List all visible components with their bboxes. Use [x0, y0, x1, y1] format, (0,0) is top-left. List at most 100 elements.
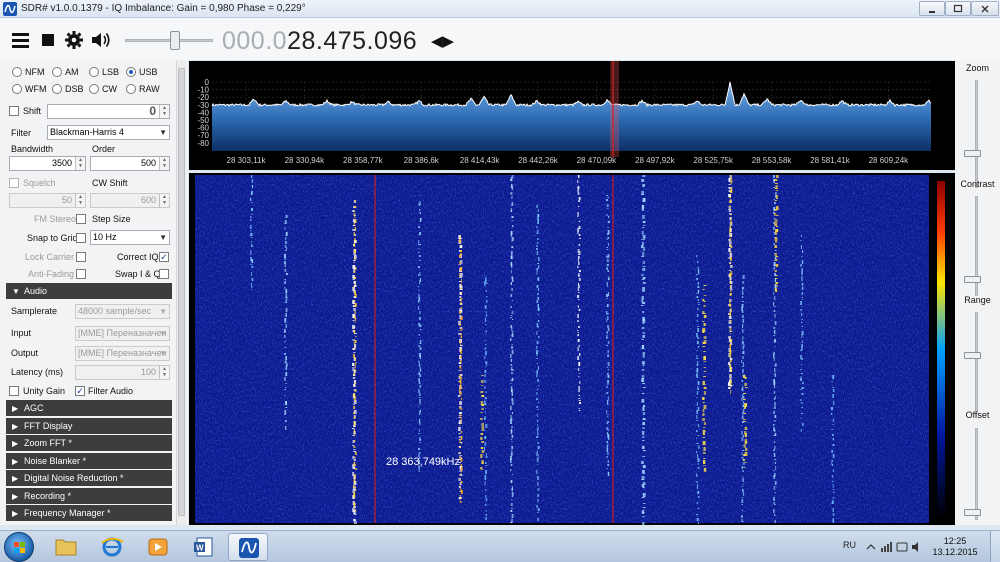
mode-radio-cw[interactable] [89, 84, 99, 94]
section-digital-noise-reduction[interactable]: ▶ Digital Noise Reduction * [6, 470, 172, 486]
samplerate-select[interactable]: 48000 sample/sec ▼ [75, 304, 170, 319]
tuning-arrows-icon[interactable]: ◀▶ [431, 32, 454, 50]
mode-radio-raw[interactable] [126, 84, 136, 94]
signal-trace [606, 239, 608, 240]
zoom-slider-thumb[interactable] [964, 150, 981, 157]
squelch-spinner-icon[interactable]: ▲ ▼ [75, 194, 85, 207]
scrollbar-thumb[interactable] [178, 68, 185, 516]
signal-trace [578, 226, 581, 229]
signal-trace [741, 310, 744, 313]
mode-radio-usb[interactable] [126, 67, 136, 77]
system-tray-icons[interactable] [865, 540, 925, 554]
volume-slider-track[interactable] [125, 39, 213, 42]
signal-trace [801, 268, 803, 271]
stop-icon[interactable] [39, 30, 61, 50]
signal-trace [742, 351, 745, 354]
mode-radio-nfm[interactable] [12, 67, 22, 77]
internet-explorer-icon[interactable] [92, 533, 132, 561]
signal-trace [537, 442, 539, 444]
show-desktop-button[interactable] [990, 531, 1000, 562]
lock-carrier-checkbox[interactable] [76, 252, 86, 262]
signal-trace [418, 448, 420, 450]
offset-slider-thumb[interactable] [964, 509, 981, 516]
menu-icon[interactable] [10, 30, 32, 50]
speaker-icon[interactable] [90, 30, 112, 50]
media-player-icon[interactable] [138, 533, 178, 561]
mode-radio-wfm[interactable] [12, 84, 22, 94]
signal-trace [459, 273, 461, 277]
mode-radio-dsb[interactable] [52, 84, 62, 94]
section-recording[interactable]: ▶ Recording * [6, 488, 172, 504]
signal-trace [773, 486, 776, 490]
signal-trace [511, 369, 514, 371]
fft-spectrum-display[interactable]: 0 -10 -20 -30 -40 -50 -60 -70 -80 28 303,11k 28 3… [189, 61, 955, 170]
audio-section-header[interactable]: ▼ Audio [6, 283, 172, 299]
cw-shift-input[interactable]: 600 ▲ ▼ [90, 193, 170, 208]
mode-radio-lsb[interactable] [89, 67, 99, 77]
audio-input-select[interactable]: [MME] Переназначен ▼ [75, 326, 170, 341]
offset-slider-track[interactable] [975, 428, 978, 520]
audio-output-select[interactable]: [MME] Переназначен ▼ [75, 346, 170, 361]
signal-trace [831, 502, 834, 504]
waterfall-display[interactable]: 28 363,749kHz [189, 173, 955, 526]
frequency-display[interactable]: 000.028.475.096 [222, 27, 417, 56]
filter-audio-checkbox[interactable]: ✓ [75, 386, 85, 396]
section-agc[interactable]: ▶ AGC [6, 400, 172, 416]
fft-spectrum-svg[interactable]: 0-10-20-30-40-50-60-70-80 28 303,11k 28 3… [189, 61, 955, 170]
section-fft-display[interactable]: ▶ FFT Display [6, 418, 172, 434]
close-button[interactable] [971, 1, 999, 16]
section-noise-blanker[interactable]: ▶ Noise Blanker * [6, 453, 172, 469]
swap-iq-checkbox[interactable] [159, 269, 169, 279]
word-icon[interactable]: W [184, 533, 224, 561]
shift-checkbox[interactable] [9, 106, 19, 116]
latency-input[interactable]: 100 ▲ ▼ [75, 365, 170, 380]
gear-icon[interactable] [63, 30, 85, 50]
zoom-slider-track[interactable] [975, 80, 978, 188]
volume-slider-thumb[interactable] [170, 31, 180, 50]
snap-to-grid-checkbox[interactable] [76, 233, 86, 243]
cw-shift-spinner-icon[interactable]: ▲ ▼ [159, 194, 169, 207]
filter-select[interactable]: Blackman-Harris 4 ▼ [47, 125, 170, 140]
left-panel-scrollbar[interactable] [176, 60, 186, 525]
system-clock[interactable]: 12:25 13.12.2015 [932, 536, 978, 558]
order-spinner-icon[interactable]: ▲ ▼ [159, 157, 169, 170]
range-slider-thumb[interactable] [964, 352, 981, 359]
minimize-button[interactable] [919, 1, 945, 16]
order-input[interactable]: 500 ▲ ▼ [90, 156, 170, 171]
zoom-label: Zoom [965, 63, 989, 73]
correct-iq-checkbox[interactable]: ✓ [159, 252, 169, 262]
shift-spinner-icon[interactable]: ▲ ▼ [159, 105, 169, 118]
signal-trace [577, 295, 579, 298]
signal-trace [284, 258, 287, 260]
keyboard-language[interactable]: RU [843, 540, 856, 550]
fm-stereo-checkbox[interactable] [76, 214, 86, 224]
unity-gain-checkbox[interactable] [9, 386, 19, 396]
signal-trace [742, 489, 744, 492]
windows-start-icon[interactable] [4, 532, 34, 562]
signal-trace [729, 282, 732, 284]
squelch-checkbox[interactable] [9, 178, 19, 188]
signal-trace [696, 514, 698, 515]
waterfall-svg[interactable]: 28 363,749kHz [189, 173, 955, 526]
signal-trace [773, 181, 775, 183]
shift-input[interactable]: 0 ▲ ▼ [47, 104, 170, 119]
bandwidth-input[interactable]: 3500 ▲ ▼ [9, 156, 86, 171]
anti-fading-checkbox[interactable] [76, 269, 86, 279]
latency-spinner-icon[interactable]: ▲ ▼ [159, 366, 169, 379]
squelch-input[interactable]: 50 ▲ ▼ [9, 193, 86, 208]
maximize-button[interactable] [945, 1, 971, 16]
contrast-slider-thumb[interactable] [964, 276, 981, 283]
signal-trace [485, 277, 487, 279]
range-slider-track[interactable] [975, 312, 978, 412]
section-frequency-manager[interactable]: ▶ Frequency Manager * [6, 505, 172, 521]
bandwidth-spinner-icon[interactable]: ▲ ▼ [75, 157, 85, 170]
section-zoom-fft[interactable]: ▶ Zoom FFT * [6, 435, 172, 451]
sdrsharp-icon[interactable] [228, 533, 268, 561]
mode-radio-am[interactable] [52, 67, 62, 77]
folder-icon[interactable] [46, 533, 86, 561]
signal-trace [642, 405, 646, 407]
signal-trace [773, 391, 776, 394]
signal-trace [354, 305, 357, 307]
signal-trace [459, 501, 462, 503]
step-size-select[interactable]: 10 Hz ▼ [90, 230, 170, 245]
